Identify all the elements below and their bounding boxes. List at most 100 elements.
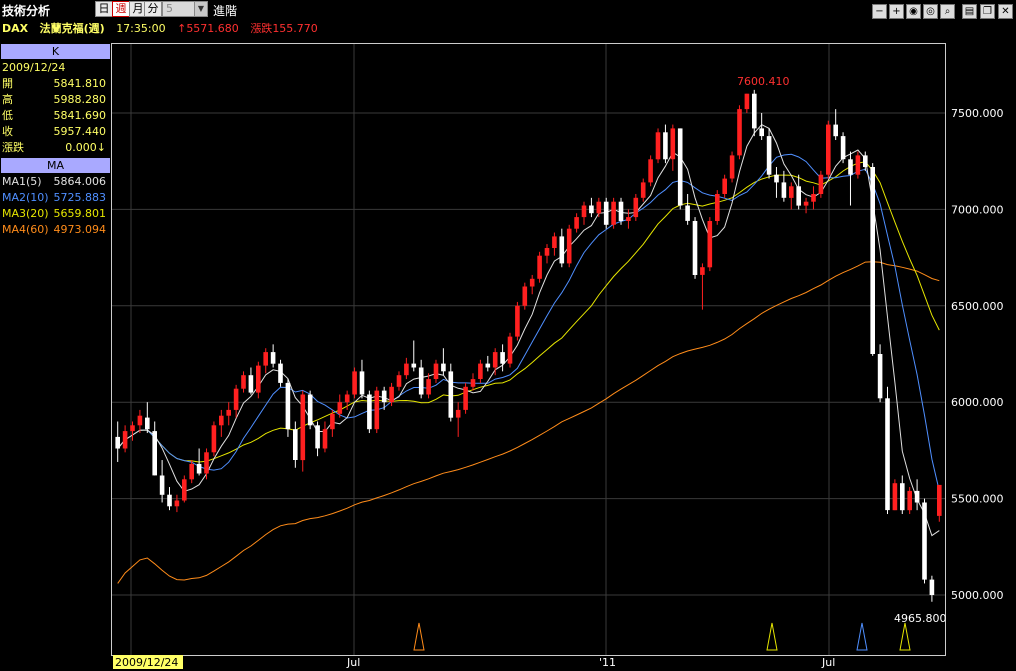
- candle-body: [529, 278, 535, 287]
- candle-body: [174, 500, 180, 507]
- candle-body: [248, 375, 254, 393]
- candle-body: [307, 394, 313, 426]
- candle-body: [278, 363, 283, 383]
- candle-body: [722, 178, 727, 194]
- open-row: 開 5841.810: [2, 77, 106, 90]
- candle-body: [485, 363, 491, 368]
- y-tick-label: 7000.000: [951, 203, 1004, 216]
- period-minute-button[interactable]: 分: [144, 1, 162, 17]
- candle-body: [441, 363, 446, 372]
- candle-body: [167, 494, 172, 507]
- candle-body: [633, 197, 639, 218]
- candle-body: [618, 201, 624, 221]
- candle-body: [848, 159, 853, 175]
- candle-body: [626, 217, 631, 221]
- close-row: 收 5957.440: [2, 125, 106, 138]
- candle-body: [796, 186, 801, 206]
- candle-body: [404, 363, 409, 376]
- candle-body: [855, 155, 861, 175]
- candle-body: [367, 394, 372, 430]
- candle-body: [159, 475, 165, 495]
- candle-body: [759, 128, 764, 137]
- candle-body: [322, 429, 328, 449]
- close-icon[interactable]: ✕: [998, 4, 1013, 19]
- candle-body: [677, 128, 683, 206]
- ma-header: MA: [1, 158, 110, 173]
- candle-body: [300, 394, 306, 461]
- restore-window-icon[interactable]: ❐: [980, 4, 995, 19]
- zoom-in-icon[interactable]: +: [889, 4, 904, 19]
- x-tick-label: 2009/12/24: [115, 656, 178, 669]
- candle-body: [492, 352, 498, 368]
- candle-body: [937, 484, 942, 516]
- period-day-button[interactable]: 日: [95, 1, 113, 17]
- candle-body: [189, 463, 194, 480]
- y-tick-label: 6500.000: [951, 300, 1004, 313]
- candle-body: [685, 205, 690, 221]
- low-row: 低 5841.690: [2, 109, 106, 122]
- candlestick-chart[interactable]: 7500.000 7000.000 6500.000 6000.000 5500.000…: [111, 43, 1016, 671]
- candle-body: [907, 490, 912, 511]
- min-price-label: 4965.800: [894, 612, 947, 625]
- candle-body: [522, 286, 528, 306]
- candle-body: [914, 490, 920, 503]
- candle-body: [870, 167, 875, 354]
- candle-body: [670, 128, 676, 160]
- candle-body: [418, 367, 424, 395]
- candle-body: [389, 386, 394, 403]
- candle-body: [455, 409, 461, 418]
- quote-time: 17:35:00: [116, 22, 166, 35]
- magnify-plus-icon[interactable]: ◎: [923, 4, 938, 19]
- candle-body: [233, 388, 239, 410]
- ma1-row: MA1(5) 5864.006: [2, 175, 106, 188]
- advanced-button[interactable]: 進階: [213, 2, 237, 19]
- candle-body: [818, 174, 824, 194]
- candle-body: [596, 201, 602, 214]
- candle-body: [877, 354, 883, 399]
- candle-body: [729, 155, 735, 179]
- minute-interval-value: 5: [166, 2, 173, 15]
- candle-body: [344, 394, 350, 403]
- symbol: DAX: [2, 22, 29, 35]
- bar-date: 2009/12/24: [2, 61, 66, 74]
- print-icon[interactable]: ▤: [962, 4, 977, 19]
- candle-body: [448, 371, 454, 418]
- minute-interval-select[interactable]: 5 ▼: [162, 1, 208, 17]
- x-tick-label: Jul: [346, 656, 360, 669]
- high-row: 高 5988.280: [2, 93, 106, 106]
- candle-body: [204, 452, 209, 474]
- candle-body: [196, 463, 202, 474]
- candle-body: [648, 159, 653, 183]
- data-panel: K 2009/12/24 開 5841.810 高 5988.280 低 5841.6…: [0, 43, 111, 671]
- candle-body: [833, 124, 838, 137]
- candle-body: [182, 479, 187, 501]
- candle-body: [463, 386, 468, 410]
- candle-body: [337, 402, 343, 414]
- candle-body: [892, 483, 898, 511]
- instrument-name: 法蘭克福(週): [39, 22, 105, 35]
- y-tick-label: 7500.000: [951, 107, 1004, 120]
- candle-body: [752, 93, 757, 129]
- candle-body: [922, 502, 927, 580]
- up-arrow-icon: ↑: [177, 22, 187, 35]
- candle-body: [781, 182, 787, 198]
- candle-body: [500, 352, 505, 364]
- zoom-out-icon[interactable]: −: [872, 4, 887, 19]
- search-icon[interactable]: ⌕: [940, 4, 955, 19]
- period-week-button[interactable]: 週: [112, 1, 130, 17]
- candle-body: [145, 417, 150, 430]
- candle-body: [352, 371, 357, 395]
- candle-body: [929, 579, 935, 595]
- ma4-row: MA4(60) 4973.094: [2, 223, 106, 236]
- magnify-minus-icon[interactable]: ◉: [906, 4, 921, 19]
- ma3-row: MA3(20) 5659.801: [2, 207, 106, 220]
- top-bar: 技術分析 日 週 月 分 5 ▼ 進階 − + ◉ ◎ ⌕ ▤ ❐ ✕ DAX …: [0, 0, 1016, 43]
- candle-body: [574, 217, 579, 229]
- chevron-down-icon[interactable]: ▼: [194, 2, 207, 16]
- last-price: 5571.680: [186, 22, 239, 35]
- candle-body: [115, 436, 120, 449]
- candle-body: [433, 363, 439, 379]
- candle-body: [700, 267, 705, 275]
- candle-body: [426, 379, 431, 395]
- candle-body: [219, 415, 224, 426]
